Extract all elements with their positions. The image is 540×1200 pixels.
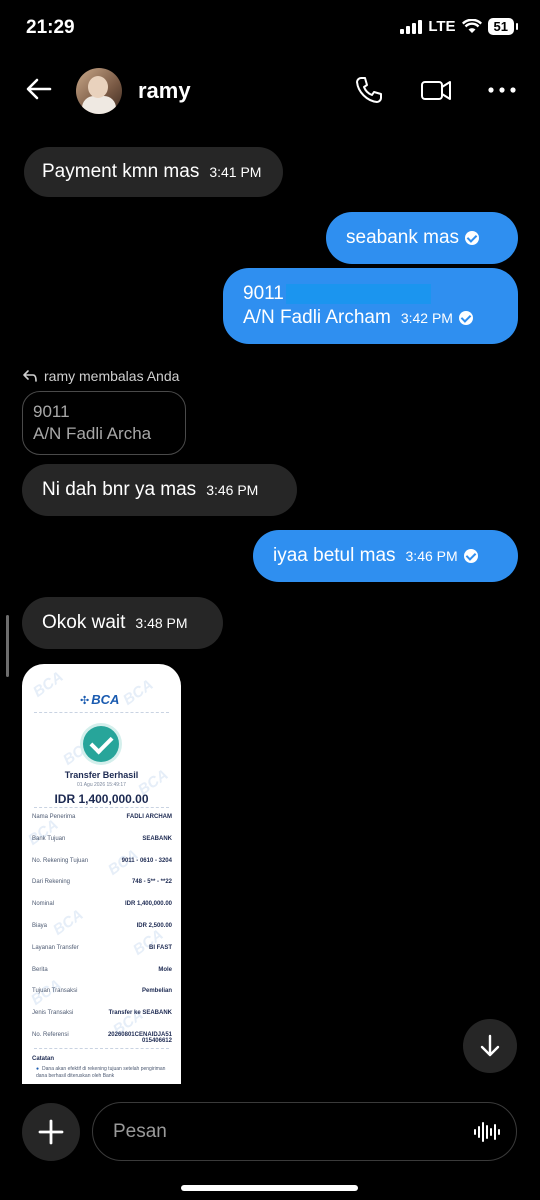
message-incoming[interactable]: Okok wait 3:48 PM: [22, 597, 223, 649]
receipt-row-value: IDR 1,400,000.00: [124, 901, 172, 908]
more-icon[interactable]: [486, 74, 518, 106]
quote-line: A/N Fadli Archa: [33, 424, 152, 443]
avatar[interactable]: [76, 68, 122, 114]
message-outgoing[interactable]: iyaa betul mas 3:46 PM: [253, 530, 518, 582]
status-time: 21:29: [26, 17, 75, 38]
phone-icon[interactable]: [353, 74, 385, 106]
check-icon: [465, 230, 480, 245]
check-icon: [463, 549, 478, 563]
receipt-row-label: Tujuan Transaksi: [32, 988, 78, 995]
receipt-image[interactable]: BCABCA BCABCA BCABCA BCABCA BCABCA BCA T…: [22, 664, 181, 1084]
message-input-container[interactable]: [92, 1102, 517, 1161]
receipt-row-value: 20260801CENAIDJA51 015406612: [107, 1032, 172, 1044]
receipt-row-label: Jenis Transaksi: [32, 1010, 74, 1017]
receipt-note: Dana akan efektif di rekening tujuan set…: [36, 1066, 166, 1080]
scroll-down-button[interactable]: [463, 1019, 517, 1073]
message-text: A/N Fadli Archam: [243, 307, 391, 329]
message-input[interactable]: [111, 1119, 445, 1145]
voice-icon[interactable]: [474, 1120, 500, 1144]
plus-icon: [38, 1119, 64, 1145]
message-outgoing[interactable]: seabank mas: [326, 212, 518, 264]
message-incoming[interactable]: Payment kmn mas 3:41 PM: [24, 147, 283, 197]
bca-logo: BCA: [80, 692, 119, 707]
message-time: 3:42 PM: [400, 310, 453, 326]
message-text: seabank mas: [346, 227, 460, 248]
reply-meta-text: ramy membalas Anda: [44, 368, 180, 384]
receipt-note-title: Catatan: [32, 1056, 55, 1062]
wifi-icon: [461, 19, 482, 33]
receipt-row-label: Nama Penerima: [32, 814, 76, 820]
receipt-row: Nama Penerima FADLI ARCHAM: [32, 814, 172, 820]
receipt-row-label: No. Referensi: [32, 1032, 69, 1038]
add-button[interactable]: [22, 1103, 80, 1161]
receipt-row: Nominal IDR 1,400,000.00: [32, 901, 172, 907]
receipt-row: Bank Tujuan SEABANK: [32, 836, 172, 842]
message-text: Payment kmn mas: [42, 161, 200, 183]
contact-name[interactable]: ramy: [138, 78, 191, 104]
message-text: 9011: [243, 283, 284, 304]
check-icon: [458, 311, 473, 325]
message-text: iyaa betul mas: [273, 545, 396, 567]
home-indicator[interactable]: [181, 1185, 358, 1191]
receipt-row: No. Referensi 20260801CENAIDJA51 01540661…: [32, 1032, 172, 1044]
receipt-date: 01 Agu 2026 15:49:17: [77, 782, 126, 788]
battery-indicator: 51: [487, 18, 519, 35]
network-label: LTE: [428, 18, 456, 35]
reply-meta: ramy membalas Anda: [22, 368, 179, 384]
receipt-row: Layanan Transfer BI FAST: [32, 945, 172, 951]
success-check-icon: [83, 726, 119, 762]
receipt-row: No. Rekening Tujuan 9011 - 0610 - 3204: [32, 858, 172, 864]
video-icon[interactable]: [420, 74, 452, 106]
message-time: 3:48 PM: [135, 615, 188, 631]
reply-icon: [23, 370, 37, 382]
receipt-row-value: 748 - 5** - **22: [131, 879, 172, 886]
receipt-row-value: IDR 2,500.00: [136, 923, 172, 929]
receipt-row-value: Mole: [158, 966, 172, 973]
quote-line: 9011: [33, 402, 70, 421]
redacted-block: [285, 283, 431, 304]
receipt-row-value: FADLI ARCHAM: [126, 814, 172, 820]
receipt-row: Dari Rekening 748 - 5** - **22: [32, 879, 172, 885]
receipt-row-value: Pembelian: [141, 988, 172, 995]
status-icons: LTE 51: [400, 18, 519, 35]
receipt-row-value: BI FAST: [148, 944, 172, 951]
message-text: Okok wait: [42, 612, 126, 634]
receipt-row: Berita Mole: [32, 967, 172, 973]
receipt-amount: IDR 1,400,000.00: [54, 792, 149, 806]
quoted-message[interactable]: 9011 A/N Fadli Archa: [22, 391, 186, 455]
back-arrow-icon[interactable]: [24, 74, 54, 104]
receipt-row-label: Dari Rekening: [32, 879, 71, 886]
receipt-row-label: Berita: [32, 966, 48, 973]
receipt-row: Jenis Transaksi Transfer ke SEABANK: [32, 1010, 172, 1016]
message-time: 3:46 PM: [405, 548, 458, 564]
message-incoming[interactable]: Ni dah bnr ya mas 3:46 PM: [22, 464, 297, 516]
receipt-row-value: SEABANK: [142, 835, 172, 842]
message-time: 3:41 PM: [209, 164, 262, 180]
receipt-row-value: Transfer ke SEABANK: [108, 1010, 172, 1017]
receipt-row-label: Nominal: [32, 901, 55, 908]
receipt-row-label: Layanan Transfer: [32, 944, 79, 951]
message-time: 3:46 PM: [206, 482, 259, 498]
chevron-down-icon: [480, 1034, 500, 1057]
message-outgoing[interactable]: 9011 A/N Fadli Archam 3:42 PM: [223, 268, 518, 344]
receipt-row: Biaya IDR 2,500.00: [32, 923, 172, 929]
scroll-indicator[interactable]: [6, 615, 9, 677]
receipt-row: Tujuan Transaksi Pembelian: [32, 988, 172, 994]
receipt-row-label: No. Rekening Tujuan: [32, 857, 89, 864]
receipt-row-value: 9011 - 0610 - 3204: [121, 857, 172, 864]
receipt-title: Transfer Berhasil: [64, 770, 139, 780]
receipt-row-label: Biaya: [32, 923, 48, 929]
message-text: Ni dah bnr ya mas: [42, 479, 197, 501]
signal-icon: [400, 19, 423, 34]
receipt-row-label: Bank Tujuan: [32, 835, 66, 842]
